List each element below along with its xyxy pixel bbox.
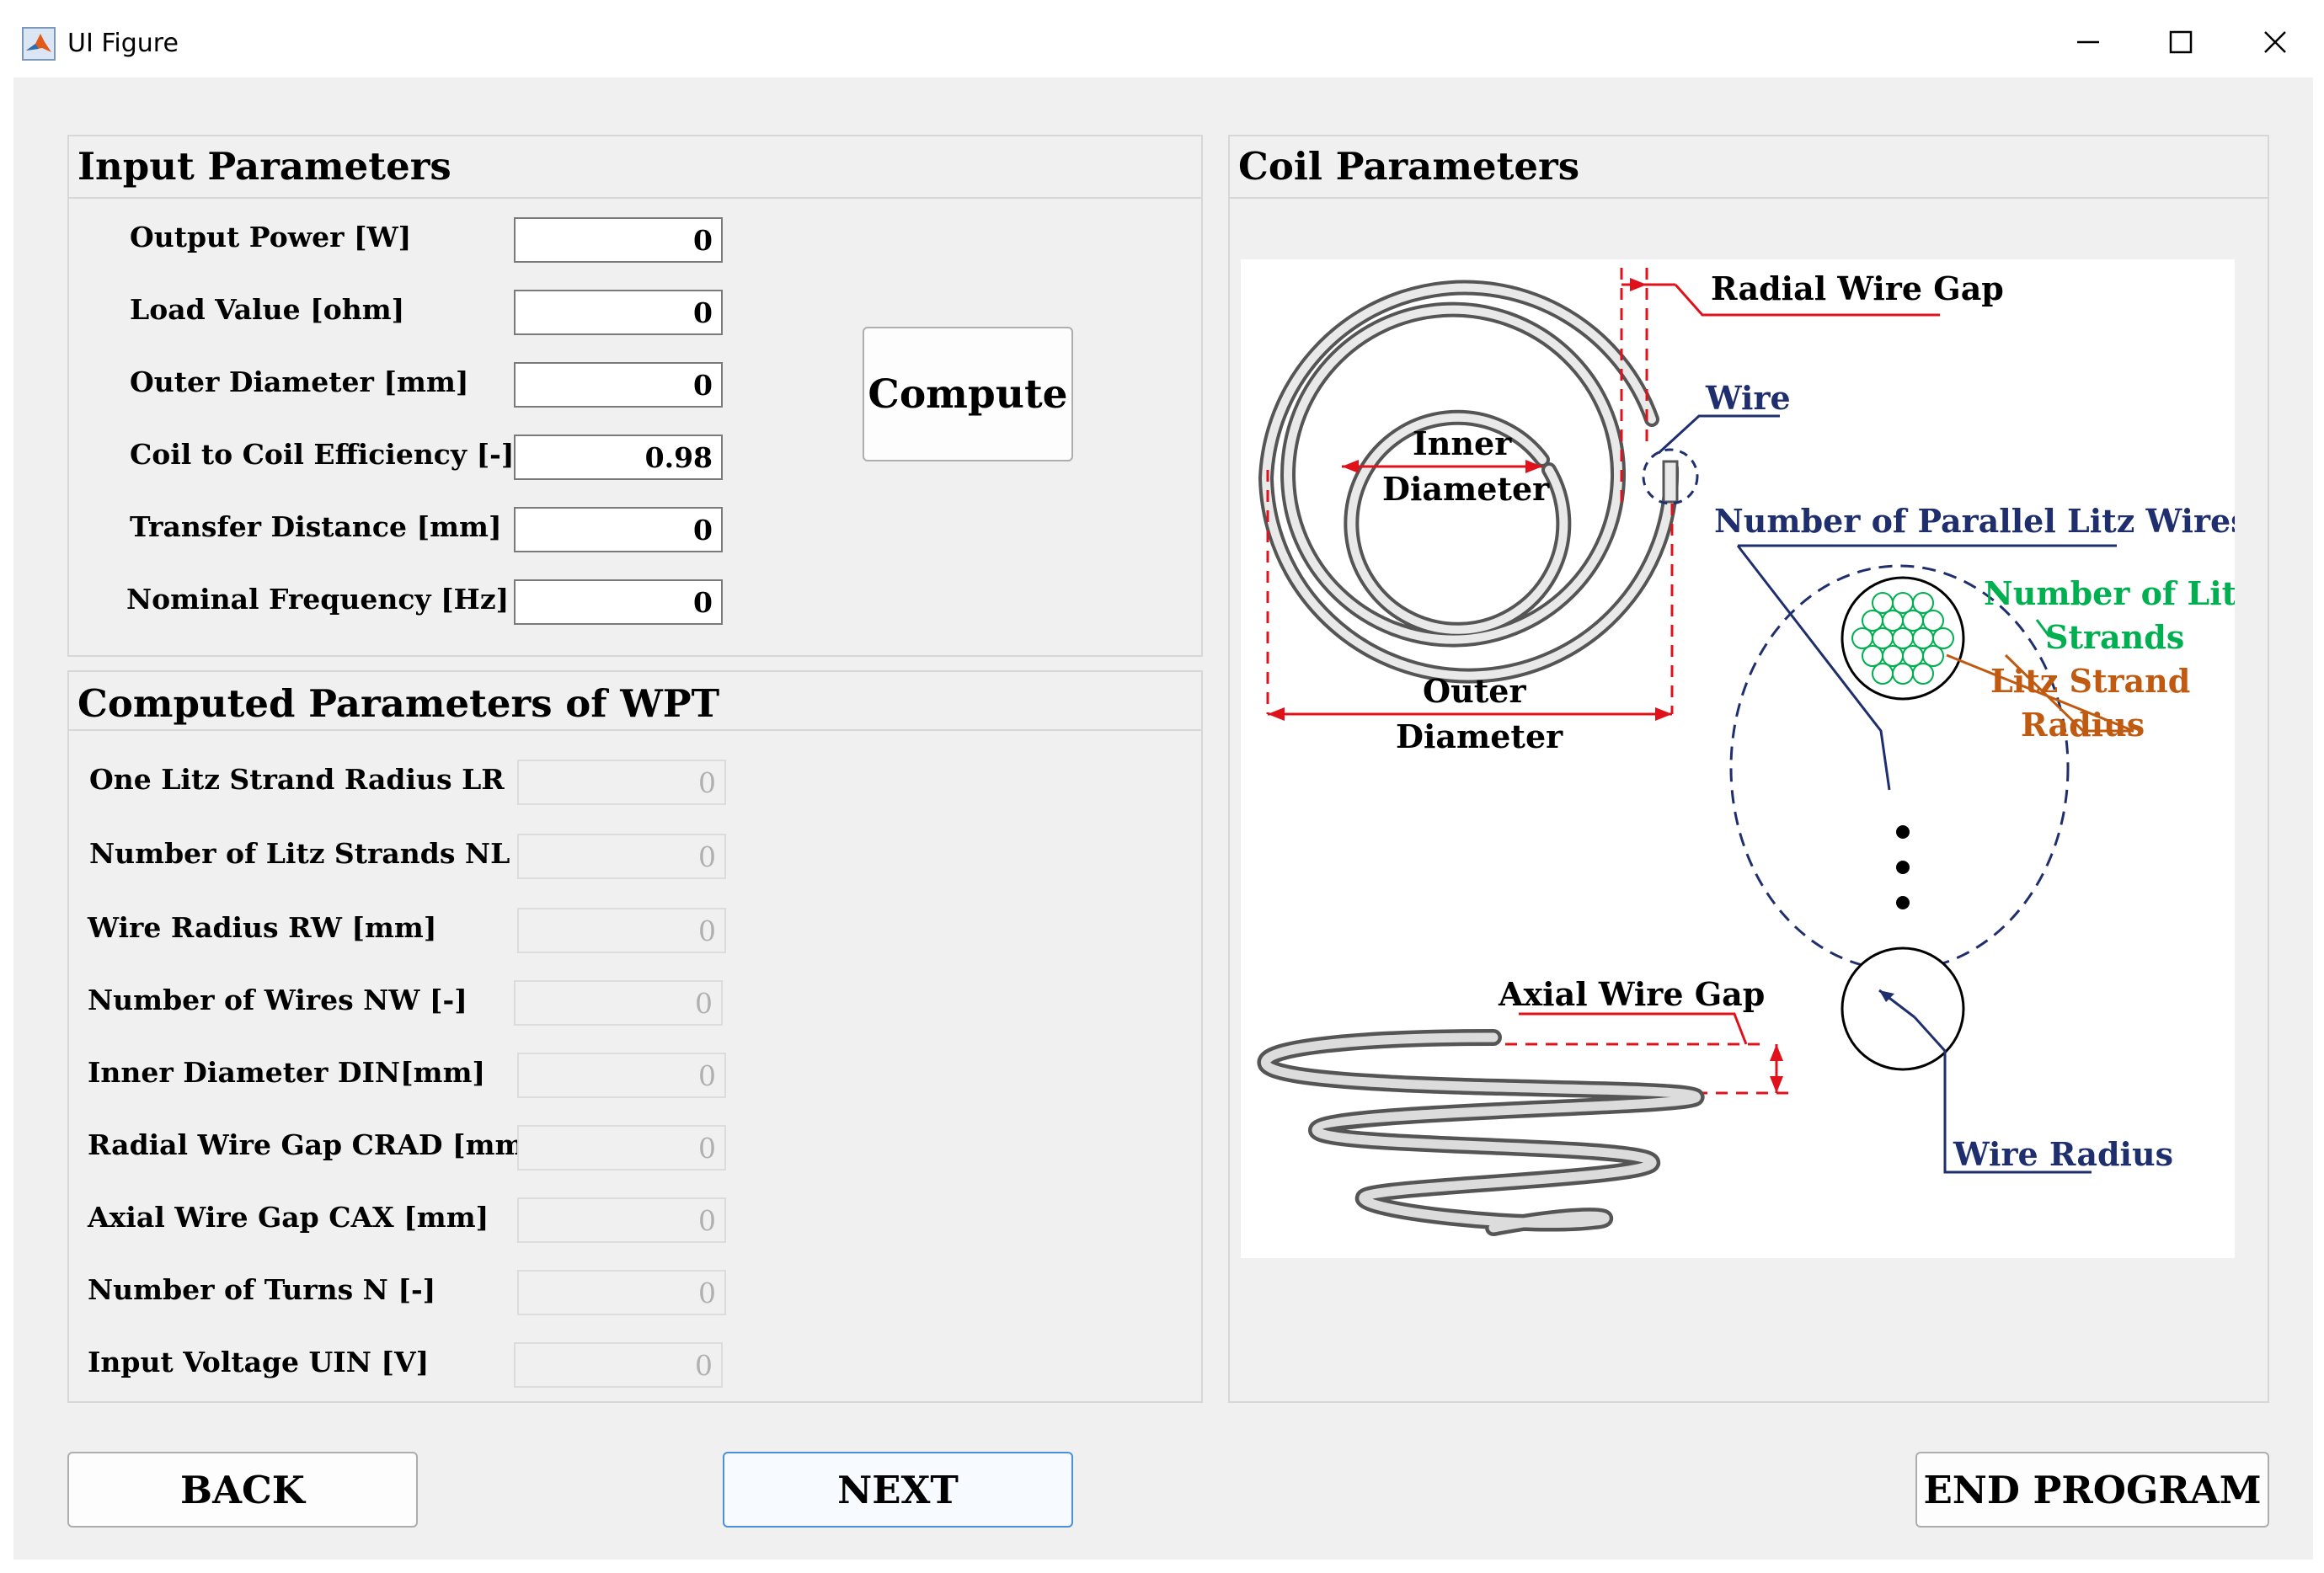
litz-strands-text-2: Strands xyxy=(2045,618,2184,656)
inner-diameter-field xyxy=(517,1053,726,1098)
number-of-wires-field xyxy=(514,980,723,1026)
matlab-icon xyxy=(22,27,56,61)
inner-diameter-label: Inner Diameter DIN[mm] xyxy=(88,1056,486,1089)
input-voltage-label: Input Voltage UIN [V] xyxy=(88,1346,430,1378)
litz-strands-field xyxy=(517,834,726,879)
inner-diameter-text-1: Inner xyxy=(1413,424,1512,462)
outer-diameter-text-1: Outer xyxy=(1423,672,1526,710)
close-button[interactable] xyxy=(2229,15,2321,69)
input-parameters-panel: Input Parameters Output Power [W] Load V… xyxy=(67,135,1203,657)
maximize-button[interactable] xyxy=(2134,15,2227,69)
end-program-button[interactable]: END PROGRAM xyxy=(1915,1452,2269,1528)
litz-strands-label: Number of Litz Strands NL [-] xyxy=(89,837,558,870)
panel-divider xyxy=(69,729,1201,731)
number-of-turns-label: Number of Turns N [-] xyxy=(88,1273,436,1306)
parallel-wires-text: Number of Parallel Litz Wires xyxy=(1714,502,2235,540)
wire-radius-label: Wire Radius RW [mm] xyxy=(88,911,437,944)
nominal-frequency-label: Nominal Frequency [Hz] xyxy=(126,583,510,616)
close-icon xyxy=(2264,31,2286,53)
panel-divider xyxy=(1230,197,2268,199)
wire-text: Wire xyxy=(1705,379,1791,417)
panel-divider xyxy=(69,197,1201,199)
outer-diameter-label: Outer Diameter [mm] xyxy=(130,365,469,398)
back-button[interactable]: BACK xyxy=(67,1452,418,1528)
minimize-icon xyxy=(2077,40,2099,44)
window-title: UI Figure xyxy=(67,29,179,58)
radial-gap-text: Radial Wire Gap xyxy=(1711,269,2004,307)
strand-radius-field xyxy=(517,760,726,805)
number-of-turns-field xyxy=(517,1270,726,1315)
next-button[interactable]: NEXT xyxy=(723,1452,1073,1528)
axial-gap-text: Axial Wire Gap xyxy=(1498,975,1765,1013)
window-titlebar: UI Figure xyxy=(0,0,2324,77)
coil-panel-title: Coil Parameters xyxy=(1238,144,1580,189)
computed-panel-title: Computed Parameters of WPT xyxy=(77,681,720,726)
helical-coil-drawing xyxy=(1257,1029,1705,1236)
efficiency-field[interactable] xyxy=(514,435,723,480)
input-panel-title: Input Parameters xyxy=(77,144,451,189)
transfer-distance-field[interactable] xyxy=(514,507,723,552)
radial-gap-label: Radial Wire Gap CRAD [mm] xyxy=(88,1128,538,1161)
minimize-button[interactable] xyxy=(2042,15,2134,69)
strand-radius-text-1: Litz Strand xyxy=(1990,662,2190,700)
litz-wire-circle xyxy=(1841,576,1965,701)
nominal-frequency-field[interactable] xyxy=(514,579,723,625)
wire-radius-field xyxy=(517,908,726,953)
load-value-field[interactable] xyxy=(514,290,723,335)
litz-strands-text-1: Number of Litz xyxy=(1984,574,2235,612)
axial-gap-field xyxy=(517,1197,726,1243)
wire-radius-text: Wire Radius xyxy=(1953,1135,2173,1173)
outer-diameter-text-2: Diameter xyxy=(1396,717,1563,755)
strand-radius-text-2: Radius xyxy=(2021,706,2145,744)
output-power-field[interactable] xyxy=(514,217,723,263)
outer-diameter-field[interactable] xyxy=(514,362,723,408)
transfer-distance-label: Transfer Distance [mm] xyxy=(130,510,502,543)
number-of-wires-label: Number of Wires NW [-] xyxy=(88,984,467,1016)
compute-button[interactable]: Compute xyxy=(863,327,1073,461)
axial-gap-label: Axial Wire Gap CAX [mm] xyxy=(88,1201,489,1234)
coil-diagram: Radial Wire Gap Wire Inner Diameter Oute… xyxy=(1241,259,2255,1258)
input-voltage-field xyxy=(514,1342,723,1388)
efficiency-label: Coil to Coil Efficiency [-] xyxy=(130,438,515,471)
radial-gap-field xyxy=(517,1125,726,1170)
output-power-label: Output Power [W] xyxy=(130,221,412,253)
maximize-icon xyxy=(2169,30,2193,54)
load-value-label: Load Value [ohm] xyxy=(130,293,405,326)
computed-parameters-panel: Computed Parameters of WPT One Litz Stra… xyxy=(67,670,1203,1403)
inner-diameter-text-2: Diameter xyxy=(1382,470,1550,508)
